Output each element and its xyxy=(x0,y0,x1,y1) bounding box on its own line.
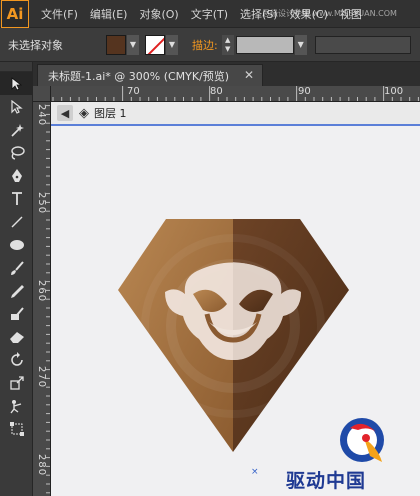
document-tab-strip: 未标题-1.ai* @ 300% (CMYK/预览) ✕ xyxy=(33,62,420,86)
stroke-dropdown-icon[interactable]: ▼ xyxy=(166,34,178,55)
scale-tool-icon[interactable] xyxy=(0,371,33,394)
ruler-h-label: 100 xyxy=(384,86,404,97)
tools-panel xyxy=(0,62,33,496)
fill-swatch[interactable] xyxy=(106,34,126,55)
document-tab-title: 未标题-1.ai* @ 300% (CMYK/预览) xyxy=(48,69,230,83)
ruler-v-label: 280 xyxy=(36,454,47,477)
selection-tool-icon[interactable] xyxy=(0,72,33,95)
free-transform-icon[interactable] xyxy=(0,417,33,440)
control-bar: 未选择对象 ▼ ▼ 描边: ▲ ▼ ▼ xyxy=(0,28,420,62)
menu-object[interactable]: 对象(O) xyxy=(139,6,178,22)
rotate-tool-icon[interactable] xyxy=(0,348,33,371)
app-logo: Ai xyxy=(1,0,29,28)
fill-dropdown-icon[interactable]: ▼ xyxy=(127,34,139,55)
menu-file[interactable]: 文件(F) xyxy=(41,6,78,22)
line-tool-icon[interactable] xyxy=(0,210,33,233)
vertical-ruler[interactable]: 240 250 260 270 280 xyxy=(33,86,51,496)
lasso-icon[interactable] xyxy=(0,141,33,164)
artboard-center-mark-icon: × xyxy=(251,467,259,477)
eraser-icon[interactable] xyxy=(0,325,33,348)
watermark-site: 思缘设计论坛 www.MISSYUAN.COM xyxy=(262,9,397,18)
stroke-swatch[interactable] xyxy=(145,34,165,55)
stroke-label[interactable]: 描边: xyxy=(192,37,218,53)
ruler-origin[interactable] xyxy=(33,86,51,102)
stroke-stepper[interactable]: ▲ ▼ xyxy=(221,34,234,55)
left-arrow-icon[interactable]: ◀ xyxy=(57,105,73,121)
puppet-warp-icon[interactable] xyxy=(0,394,33,417)
paintbrush-icon[interactable] xyxy=(0,256,33,279)
blob-brush-icon[interactable] xyxy=(0,302,33,325)
pencil-icon[interactable] xyxy=(0,279,33,302)
magic-wand-icon[interactable] xyxy=(0,118,33,141)
ruler-v-label: 260 xyxy=(36,280,47,303)
variable-width-dropdown[interactable] xyxy=(314,35,411,54)
step-up-icon[interactable]: ▲ xyxy=(225,36,230,45)
menu-type[interactable]: 文字(T) xyxy=(191,6,228,22)
ruler-v-label: 250 xyxy=(36,192,47,215)
selection-status: 未选择对象 xyxy=(8,38,63,52)
stroke-weight-dropdown-icon[interactable]: ▼ xyxy=(294,34,307,55)
document-tab[interactable]: 未标题-1.ai* @ 300% (CMYK/预览) ✕ xyxy=(37,64,263,86)
panel-grip[interactable] xyxy=(0,62,32,72)
layers-icon: ◈ xyxy=(79,105,89,121)
stroke-weight-input[interactable] xyxy=(235,35,294,54)
step-down-icon[interactable]: ▼ xyxy=(225,45,230,54)
ruler-v-label: 240 xyxy=(36,104,47,127)
ruler-h-label: 70 xyxy=(127,86,140,97)
horizontal-ruler[interactable]: 70 80 90 100 xyxy=(51,86,420,102)
isolation-mode-bar: ◀ ◈ 图层 1 xyxy=(51,102,420,126)
ruler-h-label: 90 xyxy=(298,86,311,97)
ruler-v-label: 270 xyxy=(36,366,47,389)
type-tool-icon[interactable] xyxy=(0,187,33,210)
watermark-text: 驱动中国 xyxy=(286,470,367,492)
close-tab-icon[interactable]: ✕ xyxy=(244,68,254,82)
pen-tool-icon[interactable] xyxy=(0,164,33,187)
ellipse-tool-icon[interactable] xyxy=(0,233,33,256)
direct-selection-tool-icon[interactable] xyxy=(0,95,33,118)
horizontal-ruler-ticks xyxy=(52,86,419,101)
isolation-layer-label: 图层 1 xyxy=(94,107,127,120)
ruler-h-label: 80 xyxy=(210,86,223,97)
menu-edit[interactable]: 编辑(E) xyxy=(90,6,128,22)
